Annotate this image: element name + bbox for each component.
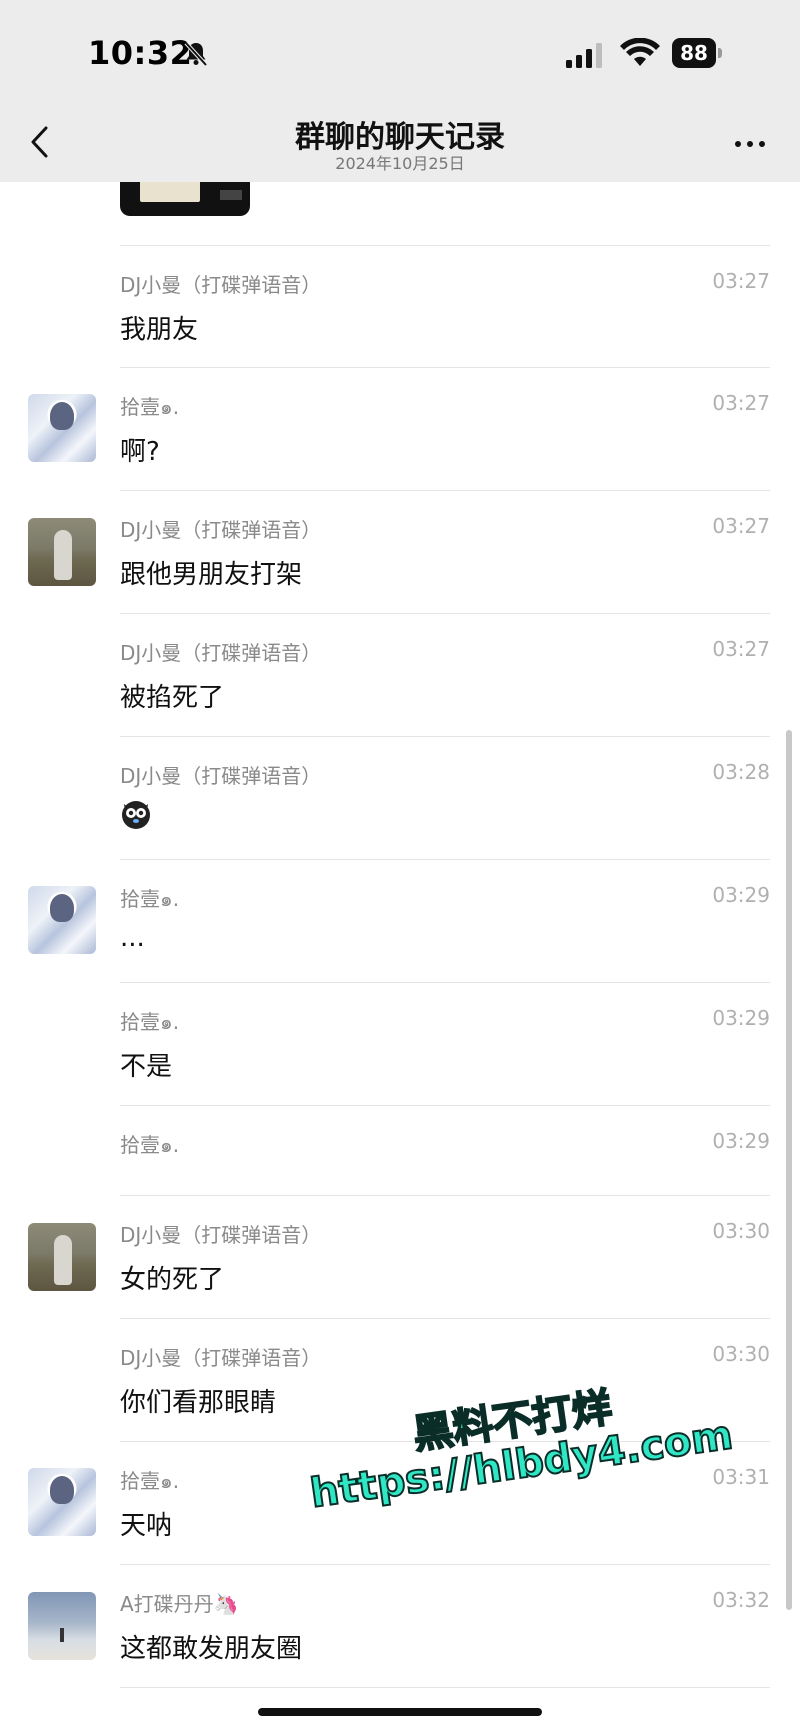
message-text: 这都敢发朋友圈 <box>120 1634 303 1664</box>
bell-mute-icon <box>184 41 208 67</box>
sender-name: DJ小曼（打碟弹语音） <box>120 518 322 542</box>
avatar[interactable] <box>28 518 96 586</box>
sender-name: 拾壹๑. <box>120 395 180 419</box>
sender-name: 拾壹๑. <box>120 887 180 911</box>
sender-name: DJ小曼（打碟弹语音） <box>120 1346 322 1370</box>
chat-message[interactable]: 拾壹๑. 03:29 <box>0 1105 800 1195</box>
sender-name: DJ小曼（打碟弹语音） <box>120 641 322 665</box>
sender-name: 拾壹๑. <box>120 1133 180 1157</box>
chat-message[interactable]: DJ小曼（打碟弹语音） 03:28 <box>0 736 800 859</box>
message-time: 03:27 <box>712 637 770 661</box>
message-time: 03:28 <box>712 760 770 784</box>
wifi-icon <box>620 38 660 66</box>
page-subtitle-date: 2024年10月25日 <box>335 154 465 173</box>
home-indicator[interactable] <box>258 1708 542 1716</box>
message-time: 03:27 <box>712 269 770 293</box>
avatar[interactable] <box>28 1592 96 1660</box>
message-text: 啊? <box>120 437 160 467</box>
message-time: 03:27 <box>712 391 770 415</box>
sender-name: 拾壹๑. <box>120 1469 180 1493</box>
scrollbar[interactable] <box>786 730 792 1610</box>
battery-level: 88 <box>672 38 716 68</box>
message-time: 03:29 <box>712 1129 770 1153</box>
status-time: 10:32 <box>88 34 193 72</box>
chat-message[interactable]: DJ小曼（打碟弹语音） 03:27 被掐死了 <box>0 613 800 736</box>
chat-message[interactable]: A打碟丹丹🦄 03:32 这都敢发朋友圈 <box>0 1564 800 1687</box>
message-time: 03:31 <box>712 1465 770 1489</box>
sender-name: A打碟丹丹🦄 <box>120 1592 239 1616</box>
message-time: 03:32 <box>712 1588 770 1612</box>
message-time: 03:27 <box>712 514 770 538</box>
divider <box>120 1687 770 1688</box>
battery-cap <box>718 48 722 58</box>
message-text: 你们看那眼睛 <box>120 1388 277 1418</box>
image-content <box>220 190 242 200</box>
avatar[interactable] <box>28 1223 96 1291</box>
chat-message[interactable]: DJ小曼（打碟弹语音） 03:30 女的死了 <box>0 1195 800 1318</box>
message-text: 天呐 <box>120 1511 173 1541</box>
avatar[interactable] <box>28 886 96 954</box>
message-time: 03:29 <box>712 1006 770 1030</box>
sender-name: DJ小曼（打碟弹语音） <box>120 273 322 297</box>
chat-message[interactable]: DJ小曼（打碟弹语音） 03:27 跟他男朋友打架 <box>0 490 800 613</box>
message-text: ... <box>120 923 145 953</box>
battery-indicator: 88 <box>672 38 722 68</box>
sender-name: 拾壹๑. <box>120 1010 180 1034</box>
chat-message[interactable]: DJ小曼（打碟弹语音） 03:30 你们看那眼睛 <box>0 1318 800 1441</box>
chat-message[interactable]: 拾壹๑. 03:27 啊? <box>0 367 800 490</box>
top-bar: 10:32 88 群聊的聊天记录 2024年10月25日 <box>0 0 800 182</box>
avatar[interactable] <box>28 394 96 462</box>
avatar[interactable] <box>28 1468 96 1536</box>
message-time: 03:30 <box>712 1219 770 1243</box>
message-text: 不是 <box>120 1052 173 1082</box>
sender-name: DJ小曼（打碟弹语音） <box>120 764 322 788</box>
message-text: 女的死了 <box>120 1265 225 1295</box>
message-time: 03:29 <box>712 883 770 907</box>
chat-message[interactable]: 拾壹๑. 03:29 ... <box>0 859 800 982</box>
cellular-signal-icon <box>566 43 602 68</box>
chat-message[interactable]: DJ小曼（打碟弹语音） 03:27 我朋友 <box>0 245 800 367</box>
image-content <box>140 180 200 202</box>
message-time: 03:30 <box>712 1342 770 1366</box>
chat-message[interactable]: 拾壹๑. 03:31 天呐 <box>0 1441 800 1564</box>
chat-message[interactable]: 拾壹๑. 03:29 不是 <box>0 982 800 1105</box>
sender-name: DJ小曼（打碟弹语音） <box>120 1223 322 1247</box>
message-text: 我朋友 <box>120 315 199 345</box>
more-options-icon[interactable] <box>732 126 768 162</box>
message-text: 被掐死了 <box>120 683 225 713</box>
message-text: 跟他男朋友打架 <box>120 560 303 590</box>
owl-emoji-icon <box>122 801 150 829</box>
